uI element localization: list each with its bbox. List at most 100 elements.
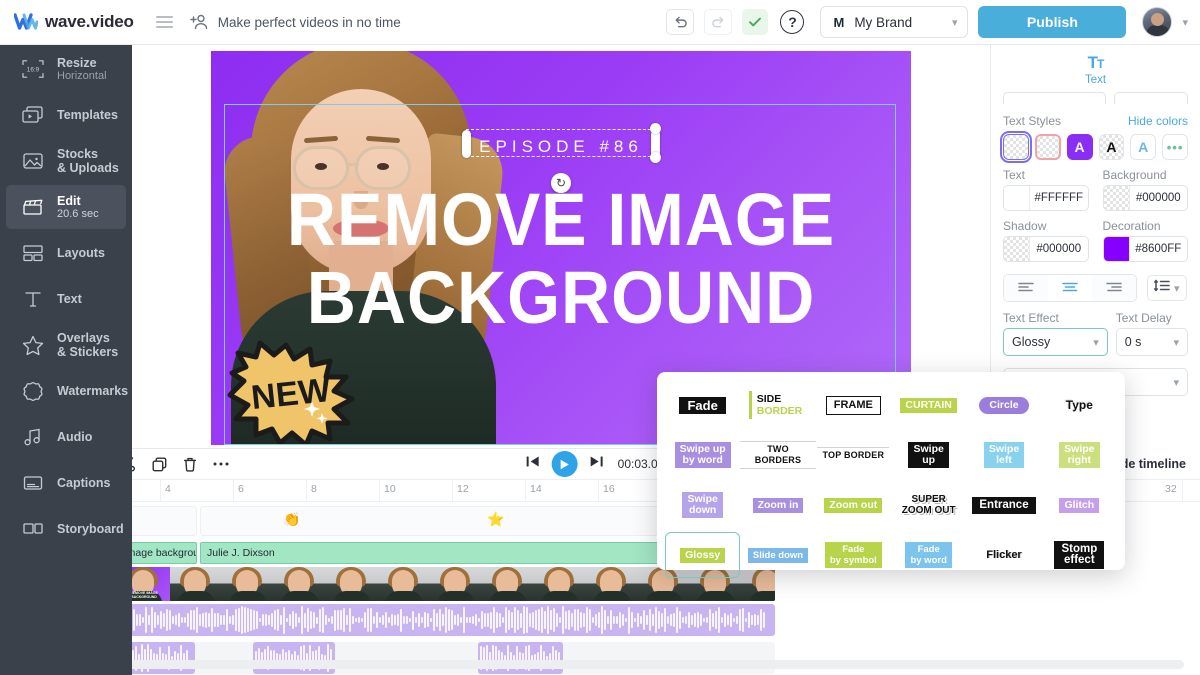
waveform-bar [241, 606, 243, 634]
font-size-input[interactable] [1114, 92, 1188, 104]
trash-icon[interactable] [183, 457, 197, 472]
waveform-bar [334, 609, 336, 631]
text-selection-box[interactable] [462, 123, 661, 163]
new-sticker[interactable]: NEW [226, 339, 366, 445]
effect-option[interactable]: Entrance [966, 482, 1041, 528]
effect-option-label: Type [1065, 397, 1093, 412]
effect-option[interactable]: SUPER ZOOM OUT [891, 482, 966, 528]
sidebar-item-captions[interactable]: Captions [6, 461, 126, 505]
align-center-icon[interactable] [1048, 275, 1092, 301]
hide-colors-link[interactable]: Hide colors [1128, 114, 1188, 128]
brand-selector[interactable]: M My Brand ▾ [820, 6, 969, 38]
effect-option[interactable]: Swipe up by word [665, 432, 740, 478]
shadow-color-group: Shadow #000000 [1003, 219, 1089, 262]
skip-next-icon[interactable] [590, 455, 604, 473]
sidebar-item-storyboard[interactable]: Storyboard [6, 507, 126, 551]
music-clip[interactable] [253, 642, 335, 674]
hamburger-icon[interactable] [155, 16, 173, 28]
effect-option[interactable]: TWO BORDERS [740, 432, 816, 478]
logo[interactable]: wave.video [0, 12, 134, 32]
text-delay-select[interactable]: 0 s ▾ [1115, 328, 1188, 356]
skip-previous-icon[interactable] [526, 455, 540, 473]
effect-option[interactable]: Swipe left [966, 432, 1041, 478]
background-color-chip[interactable] [1103, 186, 1130, 210]
effect-option[interactable]: Stomp effect [1042, 532, 1117, 578]
resize-icon: 16:9 [20, 56, 46, 82]
help-button[interactable]: ? [780, 10, 805, 34]
text-color-chip[interactable] [1004, 186, 1030, 210]
effect-option-label: Zoom in [752, 497, 804, 513]
style-swatch-more-button[interactable]: ••• [1162, 134, 1188, 160]
shadow-color-chip[interactable] [1004, 237, 1030, 261]
effect-option[interactable]: Zoom in [740, 482, 815, 528]
text-effect-select[interactable]: Glossy ▾ [1003, 328, 1108, 356]
sidebar-item-stocks[interactable]: Stocks & Uploads [6, 139, 126, 183]
text-color-field[interactable]: #FFFFFF [1003, 185, 1089, 211]
align-right-icon[interactable] [1092, 275, 1136, 301]
background-color-field[interactable]: #000000 [1102, 185, 1188, 211]
waveform-bar [394, 615, 396, 625]
ruler-tick: 16 [603, 483, 615, 495]
effect-option[interactable]: Zoom out [816, 482, 891, 528]
effect-option[interactable]: Swipe down [665, 482, 740, 528]
effect-option[interactable]: Glossy [665, 532, 741, 578]
style-swatch-black-letter[interactable]: A [1098, 134, 1125, 160]
resize-handle-top-right[interactable] [650, 123, 661, 134]
waveform-bar [655, 607, 657, 633]
publish-button[interactable]: Publish [978, 6, 1127, 38]
text-effect-group: Text Effect Glossy ▾ [1003, 311, 1108, 356]
line-height-button[interactable]: ▾ [1147, 275, 1187, 301]
account-chevron-down-icon[interactable]: ▾ [1182, 16, 1188, 29]
effect-option[interactable]: FRAME [816, 382, 891, 428]
effect-option[interactable]: Fade by symbol [816, 532, 891, 578]
style-swatch-blue-letter[interactable]: A [1130, 134, 1157, 160]
align-left-icon[interactable] [1004, 275, 1048, 301]
style-swatch-pink-outline[interactable] [1034, 134, 1061, 160]
music-clip[interactable] [478, 642, 563, 674]
overlay-emoji[interactable]: ⭐ [487, 511, 504, 528]
effect-option[interactable]: Flicker [966, 532, 1041, 578]
duplicate-icon[interactable] [152, 457, 167, 472]
more-icon[interactable] [213, 461, 229, 467]
add-user-icon[interactable] [189, 13, 209, 31]
waveform-bar [664, 608, 666, 632]
decoration-color-chip[interactable] [1103, 237, 1130, 261]
play-button[interactable] [551, 451, 578, 477]
effect-option[interactable]: Glitch [1042, 482, 1117, 528]
avatar[interactable] [1142, 7, 1173, 37]
effect-option[interactable]: Swipe up [891, 432, 966, 478]
waveform-bar [649, 609, 651, 631]
redo-button[interactable] [704, 9, 733, 35]
effect-option[interactable]: CURTAIN [891, 382, 966, 428]
style-swatch-purple-fill[interactable]: A [1066, 134, 1093, 160]
decoration-color-field[interactable]: #8600FF [1102, 236, 1188, 262]
effect-option[interactable]: Slide down [740, 532, 815, 578]
resize-handle-left[interactable] [462, 130, 471, 158]
effect-option[interactable]: TOP BORDER [816, 432, 891, 478]
canvas-headline[interactable]: REMOVE IMAGE BACKGROUND [251, 181, 871, 337]
sidebar-item-layouts[interactable]: Layouts [6, 231, 126, 275]
sidebar-item-watermarks[interactable]: Watermarks [6, 369, 128, 413]
effect-option[interactable]: SIDE BORDER [740, 382, 815, 428]
effect-option-label: Fade [679, 396, 726, 414]
sidebar-item-templates[interactable]: Templates [6, 93, 126, 137]
shadow-color-field[interactable]: #000000 [1003, 236, 1089, 262]
sidebar-item-overlays[interactable]: Overlays & Stickers [6, 323, 126, 367]
style-swatch-transparent[interactable] [1000, 131, 1032, 163]
sidebar-item-audio[interactable]: Audio [6, 415, 126, 459]
effect-option[interactable]: Fade [665, 382, 740, 428]
sidebar-item-edit[interactable]: Edit 20.6 sec [6, 185, 126, 229]
effect-option[interactable]: Fade by word [891, 532, 966, 578]
effect-option[interactable]: Swipe right [1042, 432, 1117, 478]
overlay-emoji[interactable]: 👏 [283, 511, 300, 528]
sidebar-item-resize[interactable]: 16:9 Resize Horizontal [6, 47, 126, 91]
effect-option[interactable]: Type [1042, 382, 1117, 428]
undo-button[interactable] [666, 9, 695, 35]
resize-handle-bottom-right[interactable] [650, 152, 661, 163]
sidebar-item-text[interactable]: Text [6, 277, 126, 321]
font-family-input[interactable] [1003, 92, 1106, 104]
effect-option[interactable]: Circle [966, 382, 1041, 428]
timeline-scrollbar[interactable] [14, 660, 1184, 669]
waveform-bar [163, 613, 165, 627]
waveform-bar [622, 614, 624, 626]
